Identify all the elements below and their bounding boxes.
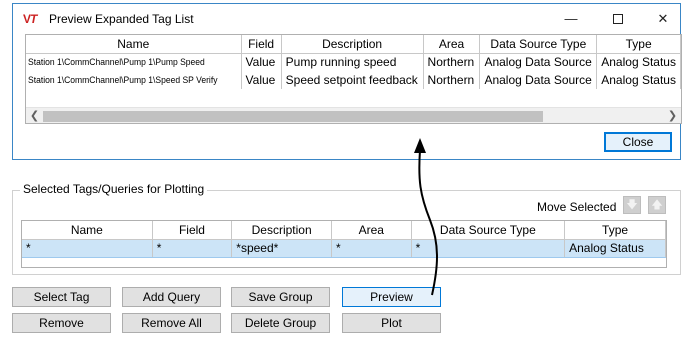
arrow-up-icon: 🡅 [651, 199, 663, 211]
add-query-button[interactable]: Add Query [122, 287, 221, 307]
grid-header-row: Name Field Description Area Data Source … [22, 221, 666, 240]
empty-cell [565, 257, 666, 267]
empty-cell [152, 257, 232, 267]
empty-cell [411, 257, 565, 267]
arrow-down-icon: 🡇 [626, 199, 638, 211]
column-header-area[interactable]: Area [423, 35, 481, 54]
scrollbar-thumb[interactable] [43, 111, 543, 122]
column-header-type[interactable]: Type [596, 35, 681, 54]
empty-cell [22, 257, 152, 267]
column-header-field[interactable]: Field [152, 221, 233, 240]
column-header-description[interactable]: Description [231, 221, 332, 240]
cell-type: Analog Status [564, 239, 666, 258]
empty-cell [332, 257, 412, 267]
table-row[interactable]: * * *speed* * * Analog Status [22, 239, 666, 258]
column-header-type[interactable]: Type [564, 221, 666, 240]
cell-description: Pump running speed [281, 53, 424, 71]
preview-tag-grid[interactable]: Name Field Description Area Data Source … [25, 34, 682, 124]
column-header-area[interactable]: Area [331, 221, 412, 240]
save-group-button[interactable]: Save Group [231, 287, 330, 307]
scroll-left-icon[interactable]: ❮ [26, 108, 43, 123]
selected-tags-grid[interactable]: Name Field Description Area Data Source … [21, 220, 667, 268]
minimize-button[interactable]: — [556, 8, 586, 30]
cell-name: Station 1\CommChannel\Pump 1\Pump Speed [26, 53, 242, 71]
cell-field: * [152, 239, 233, 258]
cell-name-text: Station 1\CommChannel\Pump 1\Speed SP Ve… [28, 74, 218, 86]
cell-data-source-type: Analog Data Source [479, 53, 598, 71]
cell-name-text: Station 1\CommChannel\Pump 1\Pump Speed [28, 56, 205, 68]
column-header-data-source-type[interactable]: Data Source Type [411, 221, 566, 240]
vt-logo-icon: VT [23, 12, 37, 26]
cell-field: Value [241, 53, 282, 71]
column-header-description[interactable]: Description [281, 35, 424, 54]
empty-row [22, 257, 666, 267]
remove-button[interactable]: Remove [12, 313, 111, 333]
plot-button[interactable]: Plot [342, 313, 441, 333]
cell-data-source-type: * [411, 239, 566, 258]
move-up-button[interactable]: 🡅 [648, 196, 666, 214]
preview-dialog: VT Preview Expanded Tag List — ✕ Name Fi… [12, 3, 682, 160]
maximize-icon [613, 13, 623, 24]
cell-type: Analog Status [596, 53, 681, 71]
table-row[interactable]: Station 1\CommChannel\Pump 1\Pump Speed … [26, 53, 681, 71]
cell-description: *speed* [231, 239, 332, 258]
cell-type: Analog Status [596, 71, 681, 89]
dialog-title: Preview Expanded Tag List [49, 12, 194, 26]
select-tag-button[interactable]: Select Tag [12, 287, 111, 307]
cell-name: * [22, 239, 153, 258]
close-button[interactable]: Close [604, 132, 672, 152]
groupbox-legend: Selected Tags/Queries for Plotting [20, 182, 208, 196]
move-down-button[interactable]: 🡇 [623, 196, 641, 214]
column-header-data-source-type[interactable]: Data Source Type [479, 35, 598, 54]
cell-data-source-type: Analog Data Source [479, 71, 598, 89]
cell-name: Station 1\CommChannel\Pump 1\Speed SP Ve… [26, 71, 242, 89]
delete-group-button[interactable]: Delete Group [231, 313, 330, 333]
cell-area: Northern [423, 53, 481, 71]
preview-button[interactable]: Preview [342, 287, 441, 307]
cell-area: * [331, 239, 412, 258]
cell-area: Northern [423, 71, 481, 89]
scroll-right-icon[interactable]: ❯ [664, 108, 681, 123]
move-selected-label: Move Selected [537, 200, 617, 214]
grid-header-row: Name Field Description Area Data Source … [26, 35, 681, 54]
table-row[interactable]: Station 1\CommChannel\Pump 1\Speed SP Ve… [26, 71, 681, 89]
column-header-name[interactable]: Name [26, 35, 242, 54]
column-header-field[interactable]: Field [241, 35, 282, 54]
cell-field: Value [241, 71, 282, 89]
column-header-name[interactable]: Name [22, 221, 153, 240]
horizontal-scrollbar[interactable]: ❮ ❯ [26, 107, 681, 123]
maximize-button[interactable] [603, 8, 633, 30]
remove-all-button[interactable]: Remove All [122, 313, 221, 333]
close-window-button[interactable]: ✕ [648, 8, 678, 30]
dialog-titlebar: VT Preview Expanded Tag List — ✕ [13, 4, 680, 34]
cell-description: Speed setpoint feedback [281, 71, 424, 89]
empty-cell [232, 257, 332, 267]
